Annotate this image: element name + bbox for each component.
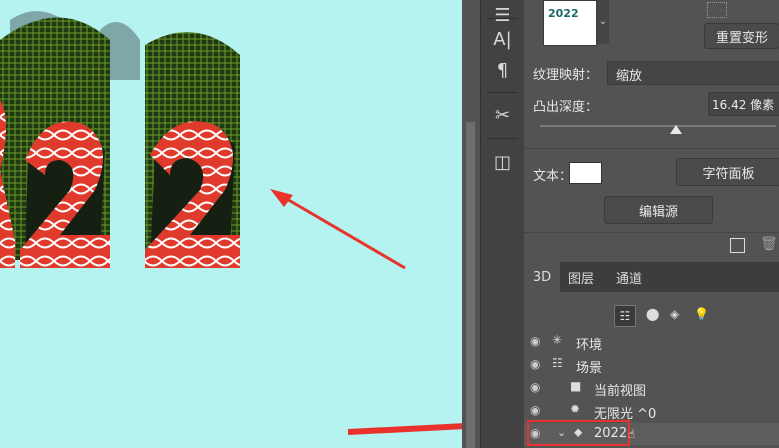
scene-icon: ☷	[552, 356, 563, 370]
panel-tabbar: 3D 图层 通道	[524, 262, 779, 292]
texture-value: 缩放	[616, 69, 643, 84]
divider	[487, 18, 518, 19]
depth-value: 16.42 像素	[712, 98, 775, 112]
tab-layers-label: 图层	[568, 271, 595, 287]
tree-label: 环境	[576, 338, 603, 353]
trash-icon[interactable]: 🗑	[760, 236, 778, 252]
scissors-icon[interactable]: ✂	[481, 100, 524, 130]
document-canvas[interactable]	[0, 0, 462, 448]
divider	[524, 148, 779, 149]
grid-icon	[707, 2, 727, 18]
tab-3d[interactable]: 3D	[524, 262, 560, 292]
tree-label: 当前视图	[594, 384, 647, 399]
environment-icon: ✳	[552, 333, 563, 347]
tree-row-light[interactable]: ◉ ✹ 无限光 ^0	[524, 400, 779, 422]
material-filter-icon[interactable]: ◈	[670, 307, 679, 321]
tab-channels-label: 通道	[616, 271, 643, 287]
add-3d-icon[interactable]	[730, 238, 745, 253]
mesh-filter-icon[interactable]: ⬤	[646, 307, 659, 321]
texture-select[interactable]: 缩放	[607, 61, 779, 85]
filter-icon-bar: ☷ ⬤ ◈ 💡	[614, 305, 724, 327]
mesh-icon: ⬥	[574, 425, 583, 439]
tab-layers[interactable]: 图层	[568, 262, 594, 292]
depth-slider-track[interactable]	[540, 125, 776, 127]
eye-icon[interactable]: ◉	[530, 380, 546, 396]
tab-3d-label: 3D	[532, 269, 552, 285]
eye-icon[interactable]: ◉	[530, 334, 546, 350]
depth-slider-thumb[interactable]	[670, 125, 682, 134]
scene-tree: ☷ ⬤ ◈ 💡 ◉ ✳ 环境 ◉ ☷ 场景 ◉ ■ 当前视图 ◉ ✹ 无限光 ^…	[524, 292, 779, 448]
light-filter-icon[interactable]: 💡	[694, 307, 709, 321]
edit-source-button[interactable]: 编辑源	[604, 196, 713, 224]
canvas-scroll-thumb[interactable]	[466, 122, 475, 448]
eye-icon[interactable]: ◉	[530, 403, 546, 419]
reset-deform-button[interactable]: 重置变形	[704, 23, 779, 49]
eye-icon[interactable]: ◉	[530, 357, 546, 373]
depth-label: 凸出深度：	[533, 100, 599, 115]
shape-preview[interactable]: 2022	[543, 0, 597, 46]
layer-comp-icon[interactable]: ◫	[481, 147, 524, 177]
tab-channels[interactable]: 通道	[616, 262, 642, 292]
divider	[487, 92, 518, 93]
depth-field[interactable]: 16.42 像素	[708, 92, 779, 116]
panel-toolstrip: ☰ A| ¶ ✂ ◫	[480, 0, 525, 448]
tree-row-current-view[interactable]: ◉ ■ 当前视图	[524, 377, 779, 399]
text-color-swatch[interactable]	[569, 162, 602, 184]
scene-filter-icon[interactable]: ☷	[614, 305, 636, 327]
preview-dropdown[interactable]: ⌄	[597, 0, 609, 44]
cursor-hand-icon: ☝	[628, 427, 636, 441]
3d-text-render	[0, 11, 240, 269]
divider	[524, 232, 779, 233]
tree-row-scene[interactable]: ◉ ☷ 场景	[524, 354, 779, 376]
light-icon: ✹	[570, 402, 581, 416]
character-icon[interactable]: A|	[481, 24, 524, 54]
camera-icon: ■	[570, 379, 582, 393]
tree-row-mesh-selected[interactable]: ◉ ⌄ ⬥ 2022 ☝	[524, 420, 779, 446]
paragraph-icon[interactable]: ¶	[481, 55, 524, 85]
preview-text: 2022	[548, 7, 579, 20]
tree-row-environment[interactable]: ◉ ✳ 环境	[524, 331, 779, 353]
chevron-down-icon[interactable]: ⌄	[557, 426, 566, 439]
character-panel-button[interactable]: 字符面板	[676, 158, 779, 186]
texture-label: 纹理映射：	[533, 68, 599, 83]
divider	[487, 138, 518, 139]
tree-label: 2022	[594, 426, 628, 441]
text-color-label: 文本：	[533, 169, 573, 184]
tree-label: 场景	[576, 361, 603, 376]
